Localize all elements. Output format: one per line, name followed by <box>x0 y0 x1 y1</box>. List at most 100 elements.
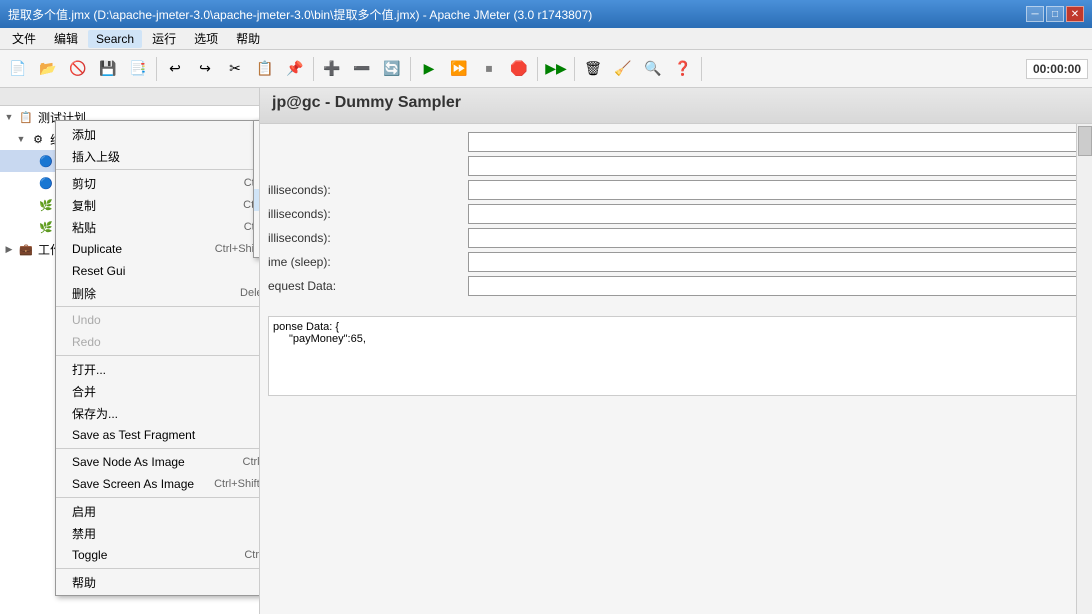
form-label-4: illiseconds): <box>268 207 468 221</box>
form-input-6[interactable] <box>468 252 1084 272</box>
menu-search[interactable]: Search <box>88 30 142 48</box>
menu-edit[interactable]: 编辑 <box>46 28 86 49</box>
ctx-merge-label: 合并 <box>72 383 96 400</box>
form-row-2 <box>268 156 1084 176</box>
form-input-1[interactable] <box>468 132 1084 152</box>
menu-file[interactable]: 文件 <box>4 28 44 49</box>
ctx-merge[interactable]: 合并 <box>56 380 260 402</box>
menu-options[interactable]: 选项 <box>186 28 226 49</box>
ctx-delete[interactable]: 删除 Delete <box>56 282 260 304</box>
ctx-redo-label: Redo <box>72 335 101 349</box>
open-button[interactable]: 📂 <box>34 55 62 83</box>
ctx-copy[interactable]: 复制 Ctrl-C <box>56 194 260 216</box>
ctx-paste-label: 粘贴 <box>72 219 96 236</box>
ctx-open-label: 打开... <box>72 361 106 378</box>
ctx-delete-shortcut: Delete <box>240 287 260 299</box>
undo-button[interactable]: ↩ <box>161 55 189 83</box>
stop-button[interactable]: ⏹ <box>475 55 503 83</box>
main-area: ▼ 📋 测试计划 ▼ ⚙ 线程组 🔵 jp@gc - Dummy... 🔵 De… <box>0 88 1092 614</box>
ctx-save-as[interactable]: 保存为... <box>56 402 260 424</box>
ctx-reset-gui[interactable]: Reset Gui <box>56 260 260 282</box>
ctx-open[interactable]: 打开... <box>56 358 260 380</box>
form-label-5: illiseconds): <box>268 231 468 245</box>
ctx-toggle-label: Toggle <box>72 548 107 562</box>
form-label-3: illiseconds): <box>268 183 468 197</box>
response-data-area: ponse Data: { "payMoney":65, <box>268 316 1084 396</box>
ctx-save-node-image-label: Save Node As Image <box>72 455 185 469</box>
start-no-pause-button[interactable]: ⏩ <box>445 55 473 83</box>
form-input-5[interactable] <box>468 228 1084 248</box>
close-file-button[interactable]: 🚫 <box>64 55 92 83</box>
toolbar: 📄 📂 🚫 💾 📑 ↩ ↪ ✂ 📋 📌 ➕ ➖ 🔄 ▶ ⏩ ⏹ 🛑 ▶▶ 🗑 🧹… <box>0 50 1092 88</box>
minimize-button[interactable]: ─ <box>1026 6 1044 22</box>
ctx-save-as-label: 保存为... <box>72 405 118 422</box>
help-toolbar-button[interactable]: ❓ <box>669 55 697 83</box>
save-button[interactable]: 💾 <box>94 55 122 83</box>
form-row-5: illiseconds): <box>268 228 1084 248</box>
clear-button[interactable]: 🗑 <box>579 55 607 83</box>
toggle-button[interactable]: 🔄 <box>378 55 406 83</box>
form-input-3[interactable] <box>468 180 1084 200</box>
ctx-save-screen-image[interactable]: Save Screen As Image Ctrl+Shift-G <box>56 473 260 495</box>
panel-title: jp@gc - Dummy Sampler <box>260 88 1092 124</box>
save-as-button[interactable]: 📑 <box>124 55 152 83</box>
right-scrollbar[interactable] <box>1076 124 1092 614</box>
ctx-delete-label: 删除 <box>72 285 96 302</box>
response-data-content: "payMoney":65, <box>273 333 1079 345</box>
close-button[interactable]: ✕ <box>1066 6 1084 22</box>
start-button[interactable]: ▶ <box>415 55 443 83</box>
ctx-save-node-image[interactable]: Save Node As Image Ctrl-G <box>56 451 260 473</box>
ctx-duplicate-label: Duplicate <box>72 242 122 256</box>
ctx-redo: Redo <box>56 331 260 353</box>
ctx-disable[interactable]: 禁用 <box>56 522 260 544</box>
form-input-7[interactable] <box>468 276 1084 296</box>
ctx-copy-label: 复制 <box>72 197 96 214</box>
remote-start-button[interactable]: ▶▶ <box>542 55 570 83</box>
ctx-save-node-image-shortcut: Ctrl-G <box>243 456 260 468</box>
menu-run[interactable]: 运行 <box>144 28 184 49</box>
ctx-enable-label: 启用 <box>72 503 96 520</box>
form-input-4[interactable] <box>468 204 1084 224</box>
search-toolbar-button[interactable]: 🔍 <box>639 55 667 83</box>
ctx-sep-6 <box>56 568 260 569</box>
form-input-2[interactable] <box>468 156 1084 176</box>
tree-panel: ▼ 📋 测试计划 ▼ ⚙ 线程组 🔵 jp@gc - Dummy... 🔵 De… <box>0 88 260 614</box>
separator-3 <box>410 57 411 81</box>
menu-help[interactable]: 帮助 <box>228 28 268 49</box>
ctx-save-test-fragment-label: Save as Test Fragment <box>72 428 195 442</box>
ctx-save-screen-image-shortcut: Ctrl+Shift-G <box>214 478 260 490</box>
submenu-add: 配置元件 ▶ 定时器 ▶ 前置处理器 ▶ 后置处理器 ▶ 断言 ▶ <box>253 120 260 258</box>
ctx-sep-4 <box>56 448 260 449</box>
ctx-cut-label: 剪切 <box>72 175 96 192</box>
ctx-add[interactable]: 添加 ▶ <box>56 123 260 145</box>
timer-display: 00:00:00 <box>1026 59 1088 79</box>
separator-6 <box>701 57 702 81</box>
maximize-button[interactable]: □ <box>1046 6 1064 22</box>
copy-button[interactable]: 📋 <box>251 55 279 83</box>
scrollbar-thumb[interactable] <box>1078 126 1092 156</box>
separator-1 <box>156 57 157 81</box>
ctx-insert-parent[interactable]: 插入上级 ▶ <box>56 145 260 167</box>
cut-button[interactable]: ✂ <box>221 55 249 83</box>
context-menu-overlay[interactable]: 添加 ▶ 插入上级 ▶ 剪切 Ctrl-X 复制 Ctrl-C 粘贴 <box>0 88 259 614</box>
ctx-paste[interactable]: 粘贴 Ctrl-V <box>56 216 260 238</box>
collapse-button[interactable]: ➖ <box>348 55 376 83</box>
clear-all-button[interactable]: 🧹 <box>609 55 637 83</box>
ctx-toggle[interactable]: Toggle Ctrl-T <box>56 544 260 566</box>
ctx-duplicate[interactable]: Duplicate Ctrl+Shift-C <box>56 238 260 260</box>
shutdown-button[interactable]: 🛑 <box>505 55 533 83</box>
ctx-enable[interactable]: 启用 <box>56 500 260 522</box>
ctx-insert-parent-label: 插入上级 <box>72 148 120 165</box>
expand-button[interactable]: ➕ <box>318 55 346 83</box>
redo-button[interactable]: ↪ <box>191 55 219 83</box>
context-menu: 添加 ▶ 插入上级 ▶ 剪切 Ctrl-X 复制 Ctrl-C 粘贴 <box>55 120 260 596</box>
ctx-undo-label: Undo <box>72 313 101 327</box>
ctx-save-test-fragment[interactable]: Save as Test Fragment <box>56 424 260 446</box>
paste-button[interactable]: 📌 <box>281 55 309 83</box>
form-row-7: equest Data: <box>268 276 1084 296</box>
ctx-help[interactable]: 帮助 <box>56 571 260 593</box>
ctx-sep-5 <box>56 497 260 498</box>
new-button[interactable]: 📄 <box>4 55 32 83</box>
ctx-sep-2 <box>56 306 260 307</box>
ctx-cut[interactable]: 剪切 Ctrl-X <box>56 172 260 194</box>
